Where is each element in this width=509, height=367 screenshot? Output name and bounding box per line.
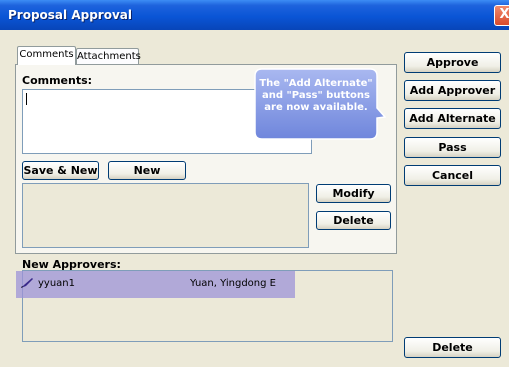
title-bar: Proposal Approval X bbox=[0, 0, 509, 30]
add-alternate-button[interactable]: Add Alternate bbox=[404, 108, 501, 129]
text-caret bbox=[26, 93, 27, 105]
close-button[interactable]: X bbox=[494, 5, 509, 26]
comments-list[interactable] bbox=[22, 183, 309, 248]
tab-comments[interactable]: Comments bbox=[17, 46, 76, 65]
tab-attachments-label: Attachments bbox=[77, 51, 141, 62]
delete-approver-button[interactable]: Delete bbox=[404, 337, 501, 358]
callout-bubble: The "Add Alternate" and "Pass" buttons a… bbox=[254, 68, 386, 147]
comments-label: Comments: bbox=[22, 74, 93, 87]
modify-button[interactable]: Modify bbox=[316, 184, 391, 203]
save-new-button[interactable]: Save & New bbox=[22, 161, 99, 180]
new-button[interactable]: New bbox=[108, 161, 186, 180]
callout-text: The "Add Alternate" and "Pass" buttons a… bbox=[259, 78, 373, 113]
pass-button[interactable]: Pass bbox=[404, 137, 501, 158]
delete-comment-button[interactable]: Delete bbox=[316, 211, 391, 230]
table-row[interactable]: yyuan1 Yuan, Yingdong E bbox=[16, 271, 295, 298]
cancel-button[interactable]: Cancel bbox=[404, 165, 501, 186]
window-title: Proposal Approval bbox=[8, 8, 132, 22]
tab-attachments[interactable]: Attachments bbox=[76, 48, 141, 65]
tab-comments-label: Comments bbox=[19, 49, 74, 60]
approver-id: yyuan1 bbox=[38, 278, 76, 289]
pen-icon bbox=[21, 278, 33, 288]
add-approver-button[interactable]: Add Approver bbox=[404, 80, 501, 101]
approver-name: Yuan, Yingdong E bbox=[190, 278, 276, 289]
approve-button[interactable]: Approve bbox=[404, 52, 501, 73]
close-icon: X bbox=[499, 7, 509, 22]
